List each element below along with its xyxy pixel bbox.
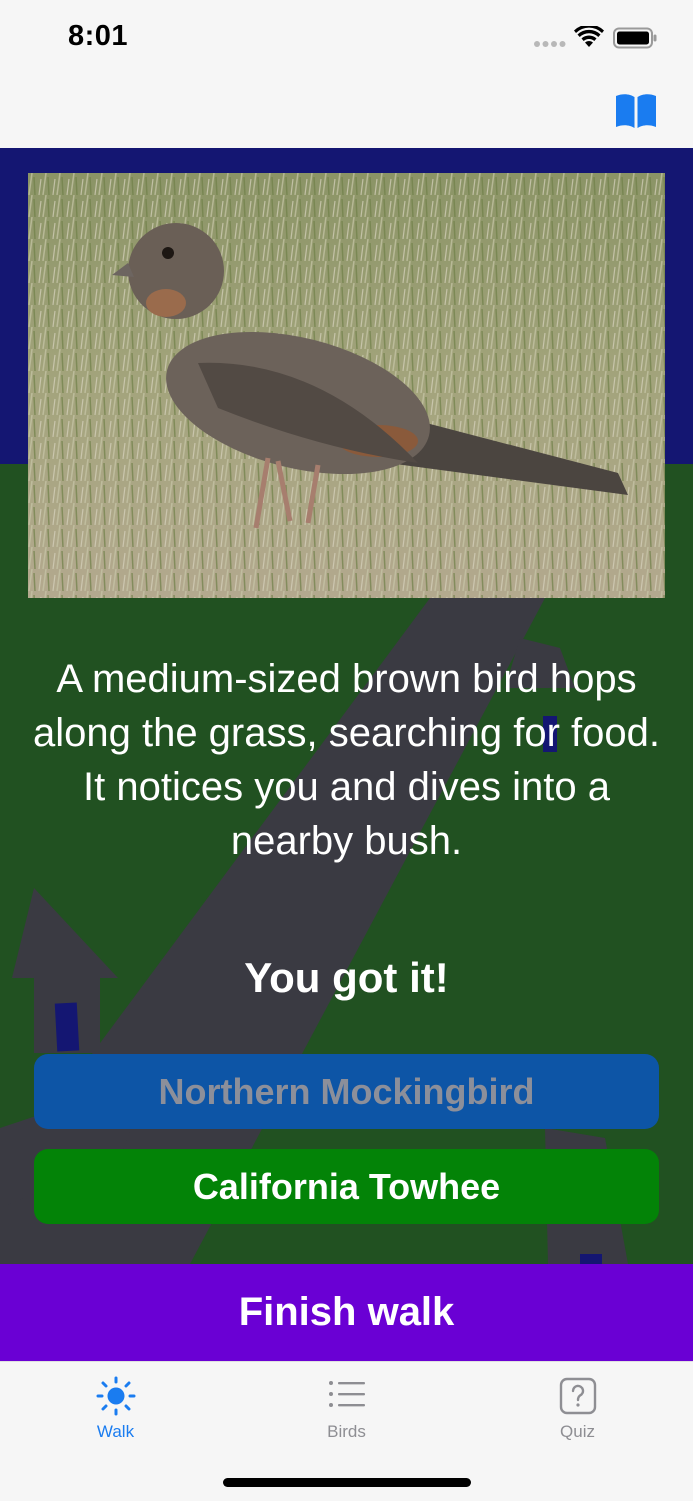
tab-label: Walk [96,1422,135,1441]
battery-icon [613,27,657,49]
cellular-signal-icon [534,41,566,47]
question-box-icon [559,1377,597,1415]
status-time: 8:01 [68,20,129,52]
status-bar: 8:01 [0,0,693,76]
book-open-icon[interactable] [614,92,658,130]
tab-label: Birds [327,1422,366,1441]
finish-walk-label: Finish walk [238,1290,455,1334]
list-icon [329,1381,365,1407]
walk-scene: A medium-sized brown bird hops along the… [0,148,693,1264]
choice-label: Northern Mockingbird [158,1070,535,1112]
tab-label: Quiz [560,1422,595,1441]
tab-birds[interactable]: Birds [231,1362,462,1452]
choice-label: California Towhee [192,1165,501,1207]
tab-quiz[interactable]: Quiz [462,1362,693,1452]
finish-walk-button[interactable]: Finish walk [0,1264,693,1361]
bird-photo [28,173,665,598]
choice-button-california-towhee[interactable]: California Towhee [34,1149,659,1224]
wifi-icon [574,26,604,47]
navigation-bar [0,76,693,148]
home-indicator[interactable] [223,1478,471,1487]
choice-button-northern-mockingbird[interactable]: Northern Mockingbird [34,1054,659,1129]
tab-walk[interactable]: Walk [0,1362,231,1452]
encounter-description: A medium-sized brown bird hops along the… [32,657,661,863]
sun-icon [96,1376,136,1416]
result-message: You got it! [244,954,449,1001]
